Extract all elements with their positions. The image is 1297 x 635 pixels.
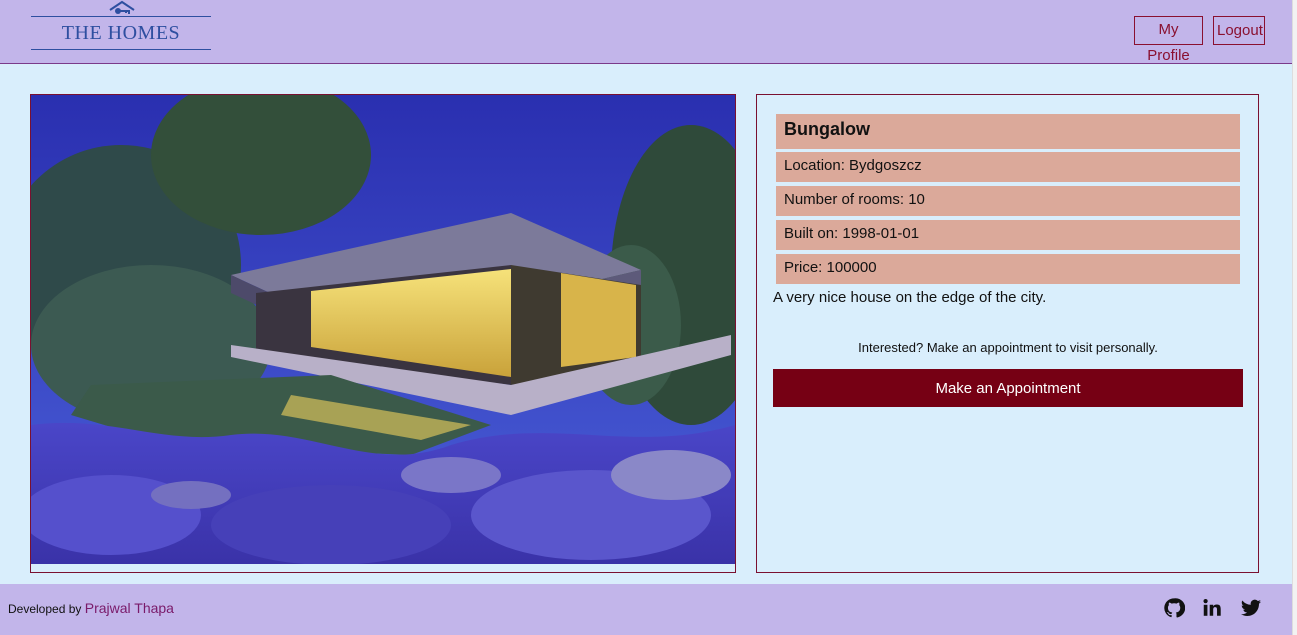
property-location: Location: Bydgoszcz xyxy=(776,152,1240,182)
property-built-date: Built on: 1998-01-01 xyxy=(776,220,1240,250)
property-description: A very nice house on the edge of the cit… xyxy=(773,289,1047,306)
appointment-prompt: Interested? Make an appointment to visit… xyxy=(858,340,1158,355)
developer-link[interactable]: Prajwal Thapa xyxy=(85,600,174,616)
header: THE HOMES My Profile Logout xyxy=(0,0,1292,64)
twitter-icon[interactable] xyxy=(1240,597,1262,619)
property-price: Price: 100000 xyxy=(776,254,1240,284)
scrollbar[interactable] xyxy=(1292,0,1297,635)
property-details-panel: Bungalow Location: Bydgoszcz Number of r… xyxy=(756,94,1259,573)
footer-developed-by: Developed by xyxy=(8,602,82,616)
property-rooms: Number of rooms: 10 xyxy=(776,186,1240,216)
linkedin-icon[interactable] xyxy=(1201,597,1223,619)
property-image-panel xyxy=(30,94,736,573)
property-photo xyxy=(31,95,735,564)
logout-button[interactable]: Logout xyxy=(1213,16,1265,45)
github-icon[interactable] xyxy=(1163,597,1185,619)
footer-credit: Developed by Prajwal Thapa xyxy=(8,600,174,616)
logo-divider-bottom xyxy=(31,49,211,50)
make-appointment-button[interactable]: Make an Appointment xyxy=(773,369,1243,407)
footer: Developed by Prajwal Thapa xyxy=(0,584,1292,635)
my-profile-button[interactable]: My Profile xyxy=(1134,16,1203,64)
logo[interactable]: THE HOMES xyxy=(31,0,211,52)
house-key-icon xyxy=(109,0,135,14)
logo-text: THE HOMES xyxy=(61,22,181,44)
property-title: Bungalow xyxy=(776,114,1240,149)
